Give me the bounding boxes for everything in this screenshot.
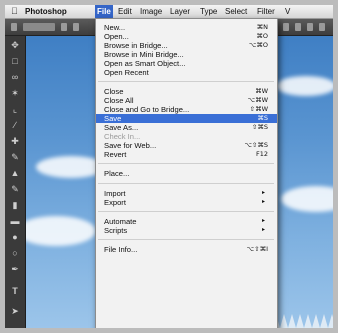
menu-separator [98, 183, 274, 184]
menu-file[interactable]: File [95, 5, 113, 18]
menu-item-check-in: Check In... [104, 132, 141, 141]
menu-item-import[interactable]: Import ▸ [96, 189, 277, 198]
menu-separator [98, 81, 274, 82]
quick-select-tool-icon[interactable]: ✶ [10, 88, 20, 98]
menu-item-open[interactable]: Open... ⌘O [96, 32, 277, 41]
menu-layer[interactable]: Layer [168, 5, 192, 18]
menu-separator [98, 211, 274, 212]
menu-item-automate[interactable]: Automate ▸ [96, 217, 277, 226]
option-control[interactable] [23, 23, 55, 31]
tools-panel: ✥ □ ∞ ✶ ⌞ ∕ ✚ ✎ ▲ ✎ ▮ ▬ ● ○ ✒ T ➤ [5, 36, 26, 328]
menu-item-open-as-smart-object[interactable]: Open as Smart Object... [96, 59, 277, 68]
option-control[interactable] [73, 23, 79, 31]
menu-bar:  Photoshop File Edit Image Layer Type S… [5, 5, 333, 19]
menu-item-save[interactable]: Save ⌘S [96, 114, 277, 123]
menu-item-revert[interactable]: Revert F12 [96, 150, 277, 159]
crop-tool-icon[interactable]: ⌞ [10, 104, 20, 114]
menu-item-open-recent[interactable]: Open Recent [96, 68, 277, 77]
option-control[interactable] [61, 23, 67, 31]
submenu-arrow-icon: ▸ [261, 199, 265, 205]
clone-stamp-tool-icon[interactable]: ▲ [10, 168, 20, 178]
cloud [276, 76, 333, 96]
menu-photoshop[interactable]: Photoshop [23, 5, 69, 18]
brush-tool-icon[interactable]: ✎ [10, 152, 20, 162]
submenu-arrow-icon: ▸ [261, 218, 265, 224]
cloud [281, 186, 333, 212]
menu-item-new[interactable]: New... ⌘N [96, 23, 277, 32]
menu-filter[interactable]: Filter [255, 5, 277, 18]
healing-tool-icon[interactable]: ✚ [10, 136, 20, 146]
type-tool-icon[interactable]: T [10, 286, 20, 296]
menu-edit[interactable]: Edit [116, 5, 134, 18]
menu-image[interactable]: Image [138, 5, 164, 18]
gradient-tool-icon[interactable]: ▬ [10, 216, 20, 226]
submenu-arrow-icon: ▸ [261, 227, 265, 233]
align-icon[interactable] [283, 23, 289, 31]
screenshot-frame:  Photoshop File Edit Image Layer Type S… [5, 5, 333, 328]
lasso-tool-icon[interactable]: ∞ [10, 72, 20, 82]
menu-item-file-info[interactable]: File Info... ⌥⇧⌘I [96, 245, 277, 254]
eyedropper-tool-icon[interactable]: ∕ [10, 120, 20, 130]
menu-item-scripts[interactable]: Scripts ▸ [96, 226, 277, 235]
blur-tool-icon[interactable]: ● [10, 232, 20, 242]
dodge-tool-icon[interactable]: ○ [10, 248, 20, 258]
menu-view[interactable]: V [283, 5, 292, 18]
menu-item-close[interactable]: Close ⌘W [96, 87, 277, 96]
menu-item-close-and-go-to-bridge[interactable]: Close and Go to Bridge... ⇧⌘W [96, 105, 277, 114]
marquee-tool-icon[interactable]: □ [10, 56, 20, 66]
menu-separator [98, 239, 274, 240]
menu-item-export[interactable]: Export ▸ [96, 198, 277, 207]
move-tool-icon[interactable]: ✥ [10, 40, 20, 50]
menu-separator [98, 163, 274, 164]
apple-icon[interactable]:  [11, 5, 18, 18]
align-icon[interactable] [319, 23, 325, 31]
tool-preset-picker[interactable] [11, 23, 17, 31]
cloud [26, 216, 96, 246]
align-icon[interactable] [307, 23, 313, 31]
menu-type[interactable]: Type [198, 5, 219, 18]
file-menu-dropdown: New... ⌘N Open... ⌘O Browse in Bridge... ⌥⌘… [95, 18, 278, 328]
align-icon[interactable] [295, 23, 301, 31]
submenu-arrow-icon: ▸ [261, 190, 265, 196]
pen-tool-icon[interactable]: ✒ [10, 264, 20, 274]
history-brush-tool-icon[interactable]: ✎ [10, 184, 20, 194]
menu-item-save-as[interactable]: Save As... ⇧⌘S [96, 123, 277, 132]
menu-item-browse-in-mini-bridge[interactable]: Browse in Mini Bridge... [96, 50, 277, 59]
menu-item-save-for-web[interactable]: Save for Web... ⌥⇧⌘S [96, 141, 277, 150]
menu-item-place[interactable]: Place... [96, 169, 277, 178]
path-select-tool-icon[interactable]: ➤ [10, 306, 20, 316]
eraser-tool-icon[interactable]: ▮ [10, 200, 20, 210]
menu-item-close-all[interactable]: Close All ⌥⌘W [96, 96, 277, 105]
menu-item-browse-in-bridge[interactable]: Browse in Bridge... ⌥⌘O [96, 41, 277, 50]
menu-select[interactable]: Select [223, 5, 249, 18]
